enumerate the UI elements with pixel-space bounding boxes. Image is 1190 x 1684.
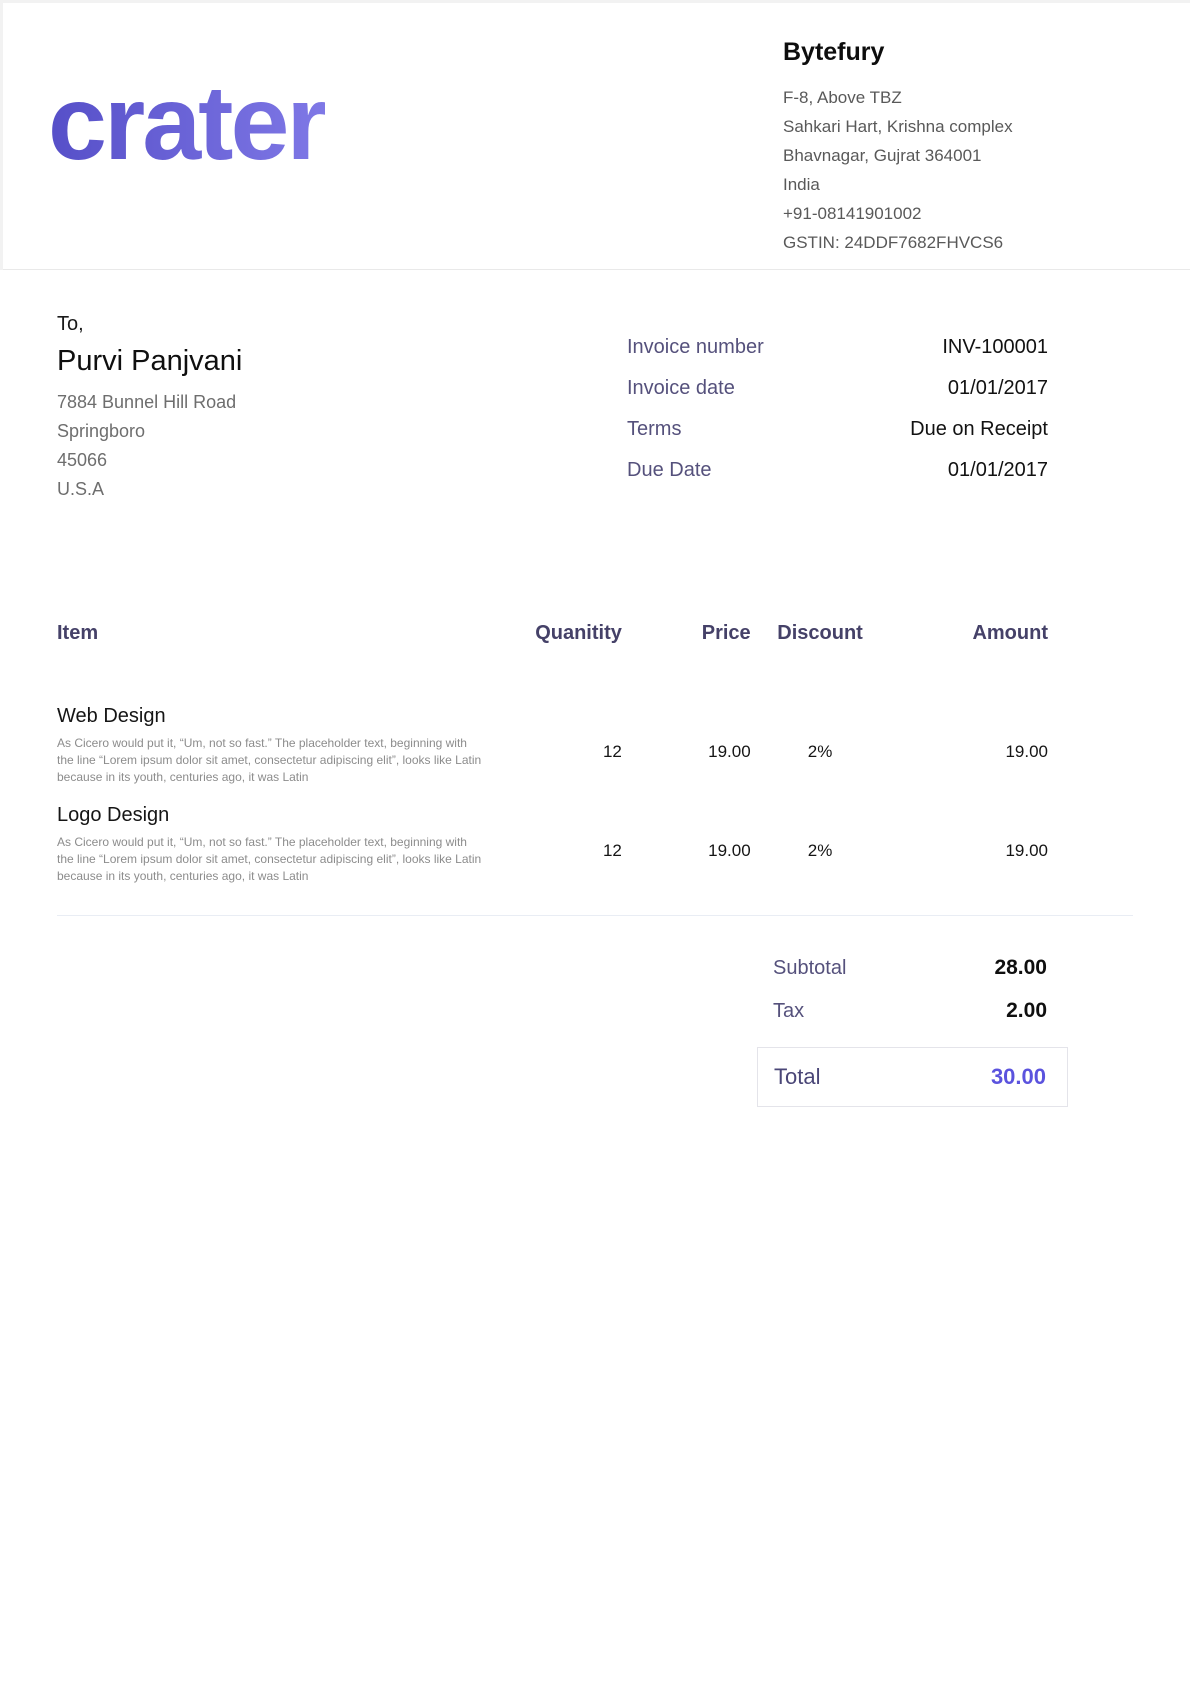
item-cell: Logo Design As Cicero would put it, “Um,… [57,804,493,885]
invoice-meta-block: Invoice number INV-100001 Invoice date 0… [627,335,1048,504]
to-label: To, [57,313,242,336]
page-edge-left [0,0,3,270]
invoice-date-label: Invoice date [627,376,735,400]
totals-section: Subtotal 28.00 Tax 2.00 Total 30.00 [57,956,1133,1107]
items-table: Item Quanitity Price Discount Amount Web… [57,622,1133,916]
total-box: Total 30.00 [757,1047,1068,1107]
items-table-header: Item Quanitity Price Discount Amount [57,622,1133,645]
discount-column-header: Discount [751,622,890,645]
invoice-number-value: INV-100001 [942,335,1048,359]
due-date-label: Due Date [627,458,712,482]
company-address-line: Sahkari Hart, Krishna complex [783,112,1133,141]
company-address-line: F-8, Above TBZ [783,83,1133,112]
invoice-number-row: Invoice number INV-100001 [627,335,1048,359]
invoice-header: crater Bytefury F-8, Above TBZ Sahkari H… [0,0,1190,270]
item-discount: 2% [751,804,890,885]
table-row: Web Design As Cicero would put it, “Um, … [57,705,1133,786]
customer-address-line: U.S.A [57,475,242,504]
terms-label: Terms [627,417,681,441]
customer-address-line: 45066 [57,446,242,475]
item-description: As Cicero would put it, “Um, not so fast… [57,834,482,885]
tax-value: 2.00 [1006,999,1047,1023]
company-block: Bytefury F-8, Above TBZ Sahkari Hart, Kr… [783,30,1133,269]
item-column-header: Item [57,622,493,645]
item-description: As Cicero would put it, “Um, not so fast… [57,735,482,786]
invoice-date-row: Invoice date 01/01/2017 [627,376,1048,400]
bill-to-block: To, Purvi Panjvani 7884 Bunnel Hill Road… [57,313,242,504]
total-label: Total [774,1064,820,1090]
item-discount: 2% [751,705,890,786]
company-address-line: India [783,170,1133,199]
tax-label: Tax [773,1000,804,1023]
item-quantity: 12 [493,705,622,786]
terms-row: Terms Due on Receipt [627,417,1048,441]
amount-column-header: Amount [889,622,1048,645]
page-edge-top [0,0,1190,3]
subtotal-value: 28.00 [994,956,1047,980]
subtotal-row: Subtotal 28.00 [757,956,1068,980]
due-date-value: 01/01/2017 [948,458,1048,482]
subtotal-label: Subtotal [773,957,846,980]
item-quantity: 12 [493,804,622,885]
price-column-header: Price [622,622,751,645]
company-phone: +91-08141901002 [783,199,1133,228]
item-cell: Web Design As Cicero would put it, “Um, … [57,705,493,786]
item-name: Logo Design [57,804,493,827]
customer-name: Purvi Panjvani [57,345,242,378]
customer-address-line: 7884 Bunnel Hill Road [57,388,242,417]
invoice-number-label: Invoice number [627,335,764,359]
total-value: 30.00 [991,1064,1046,1090]
item-price: 19.00 [622,705,751,786]
company-name: Bytefury [783,38,1133,67]
table-footer-divider [57,915,1133,916]
due-date-row: Due Date 01/01/2017 [627,458,1048,482]
billing-section: To, Purvi Panjvani 7884 Bunnel Hill Road… [0,270,1190,504]
company-gstin: GSTIN: 24DDF7682FHVCS6 [783,228,1133,257]
item-price: 19.00 [622,804,751,885]
table-row: Logo Design As Cicero would put it, “Um,… [57,804,1133,885]
item-amount: 19.00 [889,705,1048,786]
quantity-column-header: Quanitity [493,622,622,645]
invoice-date-value: 01/01/2017 [948,376,1048,400]
company-address-line: Bhavnagar, Gujrat 364001 [783,141,1133,170]
crater-logo: crater [48,70,325,269]
terms-value: Due on Receipt [910,417,1048,441]
tax-row: Tax 2.00 [757,999,1068,1023]
customer-address-line: Springboro [57,417,242,446]
item-amount: 19.00 [889,804,1048,885]
item-name: Web Design [57,705,493,728]
